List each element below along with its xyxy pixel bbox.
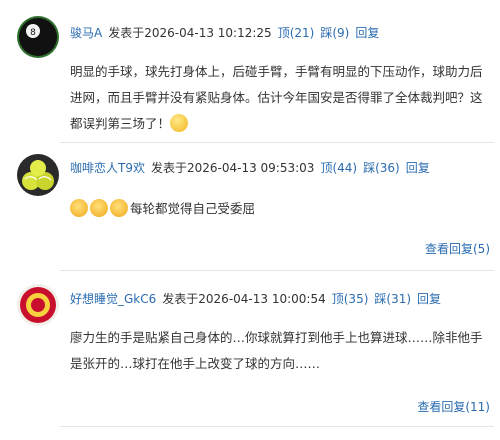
comment-text: 每轮都觉得自己受委屈 bbox=[130, 201, 256, 216]
downvote-button[interactable]: 踩(31) bbox=[374, 292, 411, 306]
comment-text: 廖力生的手是贴紧自己身体的…你球就算打到他手上也算进球……除非他手是张开的…球打… bbox=[70, 330, 483, 371]
team-crest-avatar[interactable] bbox=[17, 284, 59, 326]
username-link[interactable]: 咖啡恋人T9欢 bbox=[70, 161, 145, 175]
divider bbox=[60, 426, 494, 427]
svg-text:8: 8 bbox=[30, 28, 36, 38]
wink-emoji-icon bbox=[170, 114, 189, 132]
divider bbox=[60, 270, 494, 271]
reply-button[interactable]: 回复 bbox=[355, 26, 379, 40]
username-link[interactable]: 骏马A bbox=[70, 26, 102, 40]
tennis-balls-avatar[interactable] bbox=[17, 154, 59, 196]
post-time: 发表于2026-04-13 09:53:03 bbox=[150, 161, 315, 175]
upvote-button[interactable]: 顶(35) bbox=[332, 292, 369, 306]
comment-body: 明显的手球，球先打身体上，后碰手臂，手臂有明显的下压动作，球助力后进网，而且手臂… bbox=[70, 59, 488, 137]
post-time: 发表于2026-04-13 10:00:54 bbox=[162, 292, 326, 306]
billiard-ball-avatar[interactable]: 8 bbox=[17, 16, 59, 58]
crying-emoji-icon bbox=[90, 199, 108, 217]
comment-meta: 好想睡觉_GkC6 发表于2026-04-13 10:00:54 顶(35) 踩(31… bbox=[70, 291, 441, 307]
view-replies-link[interactable]: 查看回复(5) bbox=[425, 240, 490, 257]
divider bbox=[60, 142, 494, 143]
comment-meta: 骏马A 发表于2026-04-13 10:12:25 顶(21) 踩(9) 回复 bbox=[70, 25, 379, 41]
downvote-button[interactable]: 踩(36) bbox=[363, 161, 400, 175]
reply-button[interactable]: 回复 bbox=[406, 161, 430, 175]
comment-body: 每轮都觉得自己受委屈 bbox=[70, 196, 488, 222]
upvote-button[interactable]: 顶(44) bbox=[320, 161, 357, 175]
post-time: 发表于2026-04-13 10:12:25 bbox=[108, 26, 272, 40]
comment-text: 明显的手球，球先打身体上，后碰手臂，手臂有明显的下压动作，球助力后进网，而且手臂… bbox=[70, 64, 483, 131]
upvote-button[interactable]: 顶(21) bbox=[278, 26, 315, 40]
comment-list: 8 骏马A 发表于2026-04-13 10:12:25 顶(21) 踩(9) 回复 明… bbox=[0, 0, 500, 440]
crying-emoji-icon bbox=[70, 199, 88, 217]
downvote-button[interactable]: 踩(9) bbox=[320, 26, 349, 40]
crying-emoji-icon bbox=[110, 199, 128, 217]
username-link[interactable]: 好想睡觉_GkC6 bbox=[70, 292, 156, 306]
view-replies-link[interactable]: 查看回复(11) bbox=[417, 398, 490, 415]
reply-button[interactable]: 回复 bbox=[417, 292, 441, 306]
comment-meta: 咖啡恋人T9欢 发表于2026-04-13 09:53:03 顶(44) 踩(36) 回… bbox=[70, 160, 430, 176]
comment-body: 廖力生的手是贴紧自己身体的…你球就算打到他手上也算进球……除非他手是张开的…球打… bbox=[70, 325, 488, 377]
